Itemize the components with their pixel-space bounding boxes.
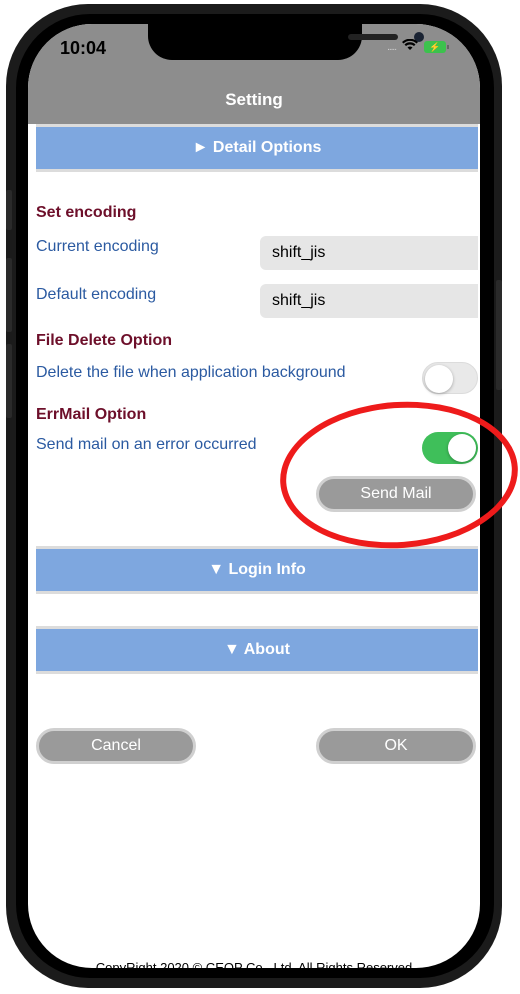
status-icons: ..... ⚡ — [387, 38, 449, 56]
toggle-knob — [425, 365, 453, 393]
notch — [148, 24, 424, 60]
send-mail-label: Send mail on an error occurred — [36, 436, 257, 453]
page-title: Setting — [225, 90, 283, 109]
battery-charging-icon: ⚡ — [424, 41, 449, 53]
file-delete-heading: File Delete Option — [36, 332, 173, 349]
ok-button[interactable]: OK — [316, 728, 476, 764]
volume-up-button — [6, 258, 12, 332]
default-encoding-field[interactable]: shift_jis — [260, 284, 478, 318]
copyright-footer: CopyRight 2020 © CEOP Co., Ltd. All Righ… — [95, 960, 413, 968]
login-info-header[interactable]: ▼ Login Info — [36, 546, 478, 594]
detail-options-header[interactable]: ► Detail Options — [36, 124, 478, 172]
volume-down-button — [6, 344, 12, 418]
set-encoding-heading: Set encoding — [36, 204, 137, 221]
silent-switch — [6, 190, 12, 230]
current-encoding-field[interactable]: shift_jis — [260, 236, 478, 270]
current-encoding-label: Current encoding — [36, 238, 159, 255]
delete-file-label: Delete the file when application backgro… — [36, 364, 346, 381]
status-time: 10:04 — [60, 38, 107, 58]
about-header[interactable]: ▼ About — [36, 626, 478, 674]
delete-file-toggle[interactable] — [422, 362, 478, 394]
wifi-icon — [402, 38, 418, 56]
cancel-button[interactable]: Cancel — [36, 728, 196, 764]
errmail-heading: ErrMail Option — [36, 406, 147, 423]
power-button — [496, 280, 502, 390]
default-encoding-label: Default encoding — [36, 286, 157, 303]
navigation-bar: 10:04 ..... ⚡ Setting — [28, 24, 480, 124]
signal-icon: ..... — [387, 41, 397, 53]
